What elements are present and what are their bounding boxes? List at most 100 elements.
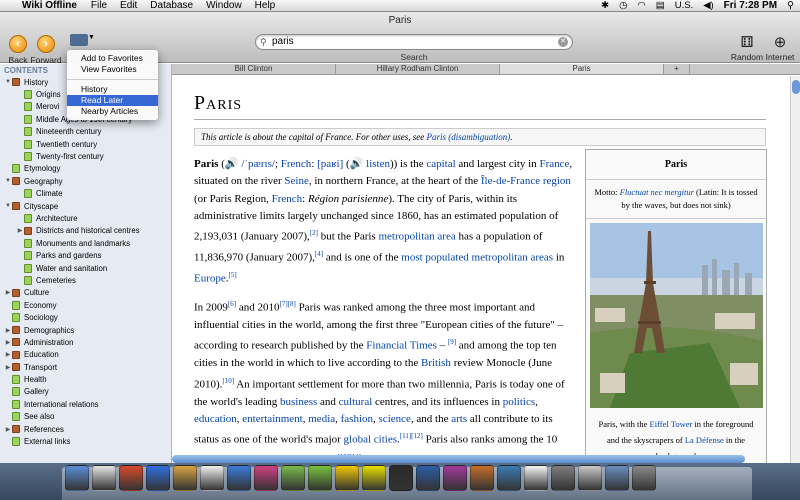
paris-photo[interactable] xyxy=(589,223,763,408)
disclosure-closed-icon[interactable]: ▶ xyxy=(4,426,12,433)
menu-database[interactable]: Database xyxy=(150,0,193,11)
sidebar-item[interactable]: Parks and gardens xyxy=(0,249,171,261)
article-link[interactable]: business xyxy=(280,396,317,408)
disclosure-open-icon[interactable]: ▼ xyxy=(4,178,12,184)
sidebar-item[interactable]: Nineteenth century xyxy=(0,126,171,138)
sidebar-item[interactable]: Architecture xyxy=(0,212,171,224)
article-link[interactable]: French xyxy=(281,158,312,170)
sidebar-item[interactable]: ▶ Demographics xyxy=(0,324,171,336)
citation-link[interactable]: [6] xyxy=(228,300,236,308)
sidebar-item[interactable]: ▼ Cityscape xyxy=(0,200,171,212)
article-link[interactable]: Seine xyxy=(284,175,308,187)
article-link[interactable]: politics xyxy=(503,396,535,408)
sidebar-item[interactable]: Etymology xyxy=(0,163,171,175)
sidebar-item[interactable]: Health xyxy=(0,373,171,385)
disclosure-open-icon[interactable]: ▼ xyxy=(4,79,12,85)
menu-nearby-articles[interactable]: Nearby Articles xyxy=(67,106,158,117)
motto-link[interactable]: Fluctuat nec mergitur xyxy=(620,187,694,197)
article-link[interactable]: France xyxy=(539,158,569,170)
article-link[interactable]: global cities xyxy=(344,434,397,446)
internet-button[interactable]: ⊕ Internet xyxy=(760,34,800,62)
dock-app-icon[interactable] xyxy=(362,465,386,491)
citation-link[interactable]: [5] xyxy=(229,271,237,279)
menu-read-later[interactable]: Read Later xyxy=(67,95,158,106)
app-menu[interactable]: Wiki Offline xyxy=(22,0,77,11)
dock-app-icon[interactable] xyxy=(632,465,656,491)
citation-link[interactable]: [7][8] xyxy=(279,300,295,308)
eiffel-tower-link[interactable]: Eiffel Tower xyxy=(650,419,693,429)
dock-app-icon[interactable] xyxy=(416,465,440,491)
sidebar-item[interactable]: Monuments and landmarks xyxy=(0,237,171,249)
sidebar-item[interactable]: External links xyxy=(0,435,171,447)
disclosure-closed-icon[interactable]: ▶ xyxy=(4,327,12,334)
sidebar-item[interactable]: Sociology xyxy=(0,311,171,323)
sidebar-item[interactable]: ▼ Geography xyxy=(0,175,171,187)
sidebar-item[interactable]: International relations xyxy=(0,398,171,410)
dock-app-icon[interactable] xyxy=(605,465,629,491)
article-link[interactable]: metropolitan area xyxy=(378,231,455,243)
sidebar-item[interactable]: See also xyxy=(0,411,171,423)
input-locale[interactable]: U.S. xyxy=(675,0,693,11)
article-link[interactable]: Île-de-France region xyxy=(481,175,571,187)
dock-app-icon[interactable] xyxy=(281,465,305,491)
la-defense-link[interactable]: La Défense xyxy=(685,435,724,445)
forward-button[interactable]: › Forward xyxy=(27,35,65,65)
article-link[interactable]: education xyxy=(194,413,237,425)
dock-app-icon[interactable] xyxy=(578,465,602,491)
spotlight-icon[interactable]: ⚲ xyxy=(787,0,794,11)
vertical-scrollbar[interactable] xyxy=(790,76,800,463)
sidebar-item[interactable]: Gallery xyxy=(0,386,171,398)
article-link[interactable]: media xyxy=(308,413,335,425)
disclosure-closed-icon[interactable]: ▶ xyxy=(4,289,12,296)
sidebar-item[interactable]: Water and sanitation xyxy=(0,262,171,274)
dock-app-icon[interactable] xyxy=(173,465,197,491)
disclosure-closed-icon[interactable]: ▶ xyxy=(4,364,12,371)
sidebar-item[interactable]: Climate xyxy=(0,188,171,200)
disclosure-closed-icon[interactable]: ▶ xyxy=(4,351,12,358)
dock-app-icon[interactable] xyxy=(524,465,548,491)
dock-app-icon[interactable] xyxy=(92,465,116,491)
scroll-thumb[interactable] xyxy=(792,80,800,94)
menu-edit[interactable]: Edit xyxy=(120,0,137,11)
hatnote-link[interactable]: Paris (disambiguation) xyxy=(426,132,510,142)
dock-app-icon[interactable] xyxy=(200,465,224,491)
menu-file[interactable]: File xyxy=(91,0,107,11)
clear-search-icon[interactable]: ✕ xyxy=(558,37,568,47)
dock-app-icon[interactable] xyxy=(254,465,278,491)
bookmarks-menu-button[interactable]: ▼ xyxy=(70,34,96,50)
dock-app-icon[interactable] xyxy=(335,465,359,491)
sync-icon[interactable]: ◷ xyxy=(619,0,627,11)
citation-link[interactable]: [9] xyxy=(448,338,456,346)
tab-paris[interactable]: Paris xyxy=(500,64,664,74)
article-link[interactable]: British xyxy=(421,357,451,369)
sidebar-item[interactable]: ▶ Culture xyxy=(0,287,171,299)
dock-app-icon[interactable] xyxy=(146,465,170,491)
menu-view-favorites[interactable]: View Favorites xyxy=(67,64,158,75)
sidebar-item[interactable]: ▶ Education xyxy=(0,349,171,361)
dock-app-icon[interactable] xyxy=(389,465,413,491)
volume-icon[interactable]: ◀) xyxy=(703,0,713,11)
sidebar-item[interactable]: Twentieth century xyxy=(0,138,171,150)
sidebar-item[interactable]: Cemeteries xyxy=(0,274,171,286)
article-link[interactable]: arts xyxy=(451,413,467,425)
dock-app-icon[interactable] xyxy=(443,465,467,491)
disclosure-closed-icon[interactable]: ▶ xyxy=(16,227,24,234)
clock[interactable]: Fri 7:28 PM xyxy=(724,0,777,11)
new-tab-button[interactable]: + xyxy=(664,64,690,74)
dock-app-icon[interactable] xyxy=(551,465,575,491)
menu-window[interactable]: Window xyxy=(206,0,242,11)
bluetooth-icon[interactable]: ✱ xyxy=(601,0,609,11)
dock-app-icon[interactable] xyxy=(470,465,494,491)
horizontal-scrollbar[interactable] xyxy=(172,455,745,463)
citation-link[interactable]: [11][12] xyxy=(400,432,423,440)
article-link[interactable]: capital xyxy=(426,158,455,170)
article-link[interactable]: science xyxy=(379,413,411,425)
article-link[interactable]: listen xyxy=(363,158,390,170)
article-link[interactable]: French xyxy=(272,193,303,205)
sidebar-item[interactable]: ▶ Districts and historical centres xyxy=(0,225,171,237)
disclosure-open-icon[interactable]: ▼ xyxy=(4,203,12,209)
citation-link[interactable]: [4] xyxy=(315,250,323,258)
article-link[interactable]: entertainment xyxy=(242,413,302,425)
sidebar-item[interactable]: ▶ Transport xyxy=(0,361,171,373)
menu-history[interactable]: History xyxy=(67,84,158,95)
